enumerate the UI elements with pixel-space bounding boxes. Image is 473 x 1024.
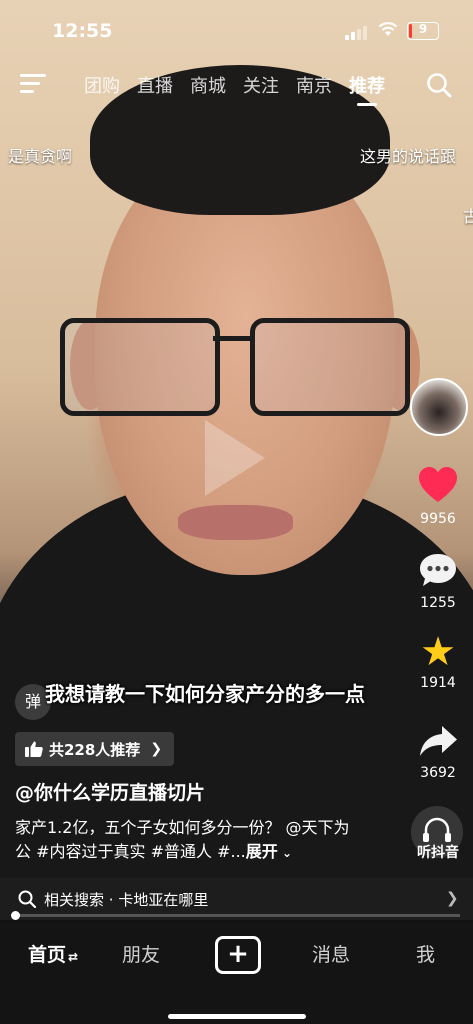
video-description: 家产1.2亿，五个子女如何多分一份？ @天下为公 #内容过于真实 #普通人 #.…: [15, 816, 355, 865]
status-bar: 12:55 9: [0, 0, 473, 60]
tab-live[interactable]: 直播: [137, 72, 173, 98]
video-subtitle: 我想请教一下如何分家产分的多一点: [45, 682, 365, 706]
author-avatar[interactable]: [410, 378, 468, 436]
create-post-button[interactable]: +: [215, 936, 261, 974]
chevron-down-icon: ⌄: [277, 846, 292, 860]
bottom-nav-messages[interactable]: 消息: [312, 940, 350, 967]
chevron-right-icon: ❯: [446, 889, 459, 907]
comment-icon: [420, 554, 456, 586]
danmaku-comment: 这男的说话跟: [360, 147, 457, 166]
play-icon[interactable]: [205, 420, 265, 496]
share-button[interactable]: 3692: [411, 724, 465, 781]
favorite-count: 1914: [420, 675, 456, 691]
bottom-nav-friends[interactable]: 朋友: [122, 940, 160, 967]
recommend-badge[interactable]: 共228人推荐 ❯: [15, 732, 175, 766]
battery-level: 9: [418, 22, 428, 36]
heart-icon: [419, 467, 457, 502]
refresh-arrows-icon: ⇄: [68, 950, 79, 964]
search-icon[interactable]: [426, 72, 452, 98]
danmaku-comment: 古: [463, 207, 473, 226]
star-icon: ★: [420, 629, 456, 675]
recommend-count: 共228人推荐: [49, 740, 141, 759]
expand-button[interactable]: 展开 ⌄: [246, 842, 292, 861]
video-glasses: [55, 318, 410, 416]
search-icon: [18, 890, 36, 908]
video-mouth: [178, 505, 293, 540]
thumbs-up-icon: [25, 741, 43, 757]
description-text: 家产1.2亿，五个子女如何多分一份？ @天下为公 #内容过于真实 #普通人 #.…: [15, 818, 350, 861]
share-icon: [420, 726, 457, 756]
top-nav: 团购 直播 商城 关注 南京 推荐: [0, 66, 473, 106]
bottom-nav-me[interactable]: 我: [416, 940, 435, 967]
progress-handle[interactable]: [11, 911, 20, 920]
like-count: 9956: [420, 511, 456, 527]
author-name[interactable]: @你什么学历直播切片: [15, 778, 205, 805]
video-progress-bar[interactable]: [11, 911, 460, 920]
tab-mall[interactable]: 商城: [190, 72, 226, 98]
favorite-button[interactable]: ★ 1914: [411, 632, 465, 691]
bottom-nav-home[interactable]: 首页 ⇄: [28, 940, 78, 967]
like-button[interactable]: 9956: [411, 466, 465, 527]
tab-following[interactable]: 关注: [243, 72, 279, 98]
tab-local-nanjing[interactable]: 南京: [296, 72, 332, 98]
cellular-signal-icon: [345, 24, 371, 40]
status-time: 12:55: [52, 20, 113, 42]
related-search-text: 相关搜索 · 卡地亚在哪里: [44, 891, 209, 909]
bottom-nav: 首页 ⇄ 朋友 + 消息 我: [0, 922, 473, 1024]
wifi-icon: [378, 22, 398, 36]
listen-label[interactable]: 听抖音: [409, 842, 467, 862]
danmaku-comment: 是真贪啊: [8, 147, 73, 166]
menu-icon[interactable]: [20, 74, 46, 94]
top-tabs: 团购 直播 商城 关注 南京 推荐: [84, 72, 402, 106]
battery-icon: 9: [407, 22, 439, 40]
comment-count: 1255: [420, 595, 456, 611]
home-indicator: [168, 1014, 306, 1019]
chevron-right-icon: ❯: [150, 741, 163, 757]
comment-button[interactable]: 1255: [411, 552, 465, 611]
tab-group-buy[interactable]: 团购: [84, 72, 120, 98]
plus-icon: +: [227, 939, 249, 969]
tab-recommended[interactable]: 推荐: [349, 72, 385, 106]
share-count: 3692: [420, 765, 456, 781]
